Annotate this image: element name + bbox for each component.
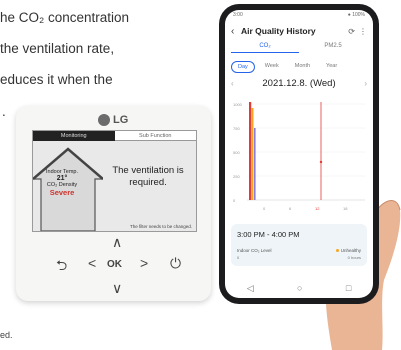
down-button[interactable]: ∨ [112,280,122,297]
time-range-card: 3:00 PM - 4:00 PM Indoor CO₂ Level Unhea… [231,224,367,266]
chart-bar-purple [254,128,256,200]
smartphone: 3:00 ● 100% ‹ Air Quality History ⟳ ⋮ CO… [219,4,379,304]
back-button[interactable]: ⮌ [56,255,67,279]
range-year[interactable]: Year [320,61,343,73]
left-button[interactable]: < [88,255,96,271]
refresh-icon[interactable]: ⟳ [348,27,355,36]
android-nav-bar: ◁ ○ □ [225,283,373,294]
prev-date-icon[interactable]: ‹ [231,79,234,88]
marketing-line-4: . [2,104,6,119]
y-tick-750: 750 [233,126,240,131]
range-week[interactable]: Week [259,61,285,73]
tab-co2[interactable]: CO₂ [231,43,299,53]
ventilation-message: The ventilation is required. [103,165,193,189]
right-button[interactable]: > [140,255,148,271]
ventilation-message-line-2: required. [129,177,167,188]
card-status-label: Unhealthy [340,248,361,253]
controller-screen: Monitoring Sub Function Indoor Temp. 21°… [32,130,197,232]
y-tick-0: 0 [233,198,236,203]
indoor-info: Indoor Temp. 21° CO₂ Density Severe [38,169,86,197]
range-day[interactable]: Day [231,61,255,73]
range-selector: Day Week Month Year [231,61,367,73]
range-month[interactable]: Month [289,61,316,73]
status-battery: ● 100% [347,12,365,18]
more-icon[interactable]: ⋮ [359,27,367,36]
x-tick-18: 18 [343,206,348,211]
brand-name: LG [113,114,129,126]
marketing-line-2: the ventilation rate, [0,41,115,56]
page-title: Air Quality History [241,26,316,36]
nav-back-icon[interactable]: ◁ [247,283,254,294]
y-tick-500: 500 [233,150,240,155]
chart-bar-red [249,102,252,200]
filter-note: The filter needs to be changed. [129,224,192,229]
nav-recents-icon[interactable]: □ [346,283,351,294]
card-time-range: 3:00 PM - 4:00 PM [237,230,300,239]
status-time: 3:00 [233,12,243,18]
co2-history-chart: 1000 750 500 250 0 0 6 12 18 [233,102,365,211]
screen-body: Indoor Temp. 21° CO₂ Density Severe The … [33,141,196,231]
tab-subfunction[interactable]: Sub Function [114,131,196,141]
phone-screen: 3:00 ● 100% ‹ Air Quality History ⟳ ⋮ CO… [225,10,373,298]
indoor-temp-value: 21° [56,175,68,182]
lg-logo-icon [98,114,110,126]
tab-pm25[interactable]: PM2.5 [299,43,367,53]
card-status-legend: Unhealthy [335,248,361,253]
x-tick-12: 12 [315,206,320,211]
ventilation-message-line-1: The ventilation is [112,165,184,176]
date-navigator: ‹ 2021.12.8. (Wed) › [231,78,367,89]
chart-cursor-dot [319,160,323,164]
card-indoor-label: Indoor CO₂ Level [237,248,272,253]
marketing-line-1: he CO₂ concentration [0,10,130,25]
y-tick-1000: 1000 [233,102,243,107]
app-bar: ‹ Air Quality History ⟳ ⋮ [225,22,373,40]
status-bar: 3:00 ● 100% [225,10,373,22]
date-label: 2021.12.8. (Wed) [262,78,336,89]
ok-button[interactable]: OK [107,259,122,270]
x-tick-0: 0 [263,206,266,211]
wall-controller: LG Monitoring Sub Function Indoor Temp. … [16,106,211,301]
back-arrow-icon[interactable]: ‹ [231,26,241,37]
pollutant-tabs: CO₂ PM2.5 [231,43,367,53]
x-tick-6: 6 [289,206,292,211]
marketing-line-3: educes it when the [0,72,113,87]
power-button[interactable]: ⏻ [170,255,181,272]
up-button[interactable]: ∧ [112,234,122,251]
card-status-value: 0 hours [347,255,361,260]
chart-bar-orange [251,108,254,200]
nav-home-icon[interactable]: ○ [297,283,302,294]
tab-monitoring[interactable]: Monitoring [33,131,115,141]
brand-logo: LG [98,114,128,126]
severity-badge: Severe [49,188,75,197]
unhealthy-dot-icon [335,249,339,252]
y-tick-250: 250 [233,174,240,179]
next-date-icon[interactable]: › [364,79,367,88]
footnote: ed. [0,330,13,340]
card-indoor-value: 0 [237,255,240,260]
